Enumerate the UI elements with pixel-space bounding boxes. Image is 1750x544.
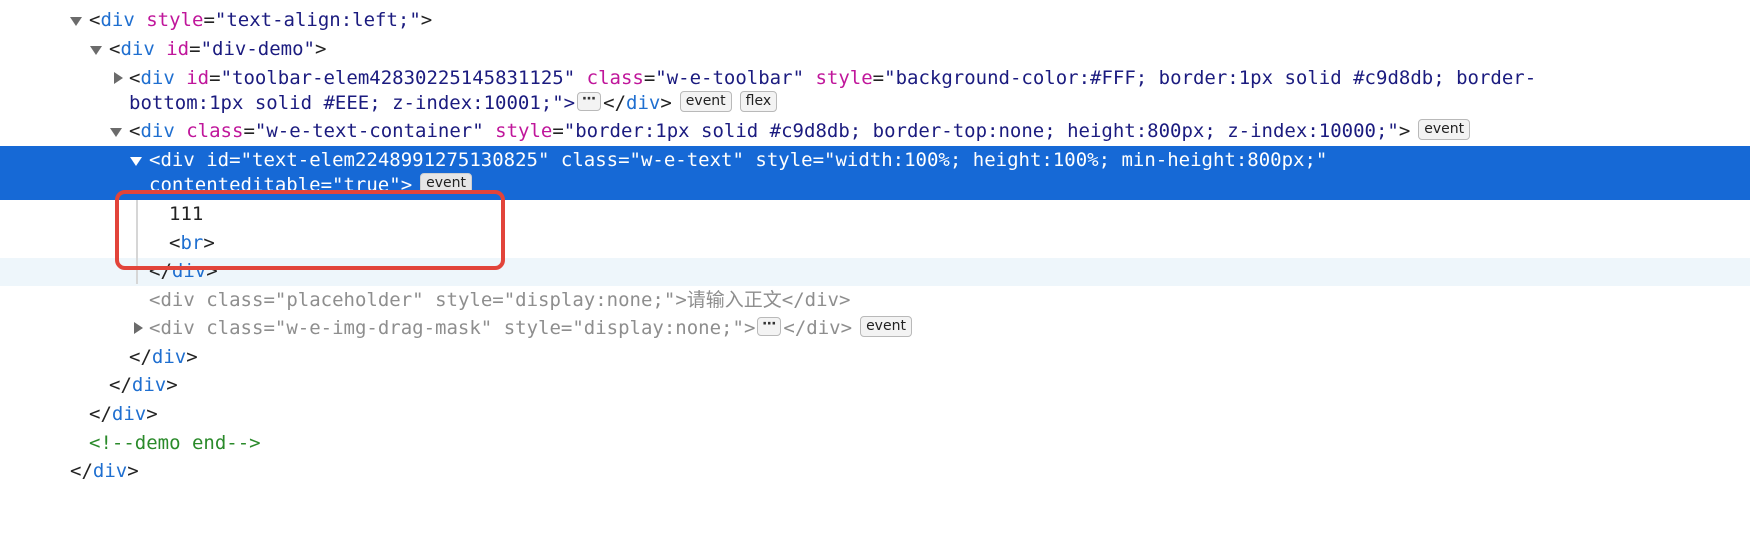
- tag-bracket: <: [149, 317, 161, 339]
- tag-bracket: >: [146, 403, 158, 425]
- tag-name: div: [92, 460, 128, 482]
- dom-node-line[interactable]: <div id="div-demo">: [109, 35, 326, 64]
- attribute-name: style: [495, 120, 553, 142]
- attribute-name: class: [186, 120, 244, 142]
- tag-bracket: <: [149, 149, 161, 171]
- triangle-expanded-icon[interactable]: [130, 157, 142, 166]
- dom-node-line-hidden[interactable]: <div class="placeholder" style="display:…: [149, 286, 850, 315]
- attribute-name: class: [586, 67, 644, 89]
- tag-name: div: [140, 120, 175, 142]
- tag-bracket: >: [186, 346, 198, 368]
- dom-node-line[interactable]: <div class="w-e-text-container" style="b…: [129, 117, 1471, 146]
- tag-name: div: [151, 346, 187, 368]
- tag-name: div: [140, 67, 175, 89]
- attribute-value: "width:100%; height:100%; min-height:800…: [824, 149, 1328, 171]
- triangle-collapsed-icon[interactable]: [114, 72, 123, 84]
- collapsed-content-ellipsis[interactable]: ⋯: [757, 317, 782, 336]
- attribute-name: style: [146, 9, 204, 31]
- tag-bracket: >: [743, 317, 756, 339]
- attribute-name: style: [755, 149, 813, 171]
- attribute-name: style: [435, 289, 493, 311]
- attribute-name: class: [560, 149, 619, 171]
- tag-name: div: [120, 38, 155, 60]
- tag-name: div: [160, 317, 195, 339]
- equals: =: [189, 38, 201, 60]
- tag-name: div: [100, 9, 135, 31]
- attribute-name: style: [503, 317, 561, 339]
- dom-node-line-hidden[interactable]: <div class="w-e-img-drag-mask" style="di…: [149, 314, 912, 343]
- attribute-value: "placeholder": [274, 289, 424, 311]
- closing-tag-line[interactable]: </div>: [70, 457, 139, 486]
- tag-bracket: >: [166, 374, 178, 396]
- closing-tag: </div>: [781, 289, 851, 311]
- tag-bracket: >: [420, 9, 433, 31]
- dom-node-line-continued[interactable]: bottom:1px solid #EEE; z-index:10001;"> ⋯…: [129, 89, 778, 118]
- tag-bracket: </: [603, 92, 627, 114]
- attribute-value: "w-e-toolbar": [655, 67, 805, 89]
- attribute-name: style: [815, 67, 873, 89]
- equals: =: [203, 9, 215, 31]
- tag-bracket: </: [70, 460, 93, 482]
- tag-name: div: [131, 374, 167, 396]
- attribute-name: id: [166, 38, 190, 60]
- triangle-expanded-icon[interactable]: [70, 17, 82, 26]
- highlight-annotation-box: [115, 190, 505, 270]
- tag-bracket: >: [127, 460, 139, 482]
- tag-bracket: <: [89, 9, 101, 31]
- tag-bracket: >: [314, 38, 327, 60]
- event-badge[interactable]: event: [860, 316, 912, 337]
- tag-bracket: </: [89, 403, 112, 425]
- tag-bracket: >: [840, 317, 853, 339]
- attribute-value: bottom:1px solid #EEE; z-index:10001;">: [129, 92, 576, 114]
- comment-node: <!--demo end-->: [89, 432, 261, 454]
- triangle-collapsed-icon[interactable]: [134, 322, 143, 334]
- dom-node-line[interactable]: <div style="text-align:left;">: [89, 6, 432, 35]
- attribute-value: "background-color:#FFF; border:1px solid…: [884, 67, 1537, 89]
- event-badge[interactable]: event: [679, 91, 732, 112]
- tag-name: div: [111, 403, 147, 425]
- triangle-expanded-icon[interactable]: [90, 46, 102, 55]
- attribute-name: class: [206, 289, 264, 311]
- attribute-value: "div-demo": [200, 38, 315, 60]
- attribute-value: "display:none;": [572, 317, 744, 339]
- closing-tag-line[interactable]: </div>: [109, 371, 178, 400]
- tag-bracket: <: [129, 67, 141, 89]
- tag-name: div: [806, 317, 841, 339]
- attribute-value: "w-e-text-container": [254, 120, 484, 142]
- attribute-value: "display:none;": [503, 289, 676, 311]
- attribute-value: "text-align:left;": [214, 9, 421, 31]
- tag-bracket: </: [109, 374, 132, 396]
- collapsed-content-ellipsis[interactable]: ⋯: [577, 92, 602, 111]
- closing-tag-line[interactable]: </div>: [129, 343, 198, 372]
- tag-name: div: [626, 92, 661, 114]
- tag-bracket: <: [109, 38, 121, 60]
- comment-node-line[interactable]: <!--demo end-->: [89, 429, 261, 458]
- closing-tag-line[interactable]: </div>: [89, 400, 158, 429]
- triangle-expanded-icon[interactable]: [110, 128, 122, 137]
- attribute-name: id: [206, 149, 230, 171]
- text-node: >请输入正文: [675, 289, 782, 311]
- attribute-name: class: [206, 317, 264, 339]
- tag-name: div: [160, 289, 195, 311]
- tag-bracket: <: [129, 120, 141, 142]
- attribute-value: "w-e-text": [629, 149, 744, 171]
- tag-bracket: <: [149, 289, 161, 311]
- tag-bracket: >: [660, 92, 672, 114]
- attribute-value: "border:1px solid #c9d8db; border-top:no…: [563, 120, 1399, 142]
- attribute-value: "toolbar-elem42830225145831125": [220, 67, 576, 89]
- tag-bracket: </: [129, 346, 152, 368]
- tag-bracket: >: [1398, 120, 1411, 142]
- attribute-value: "w-e-img-drag-mask": [274, 317, 493, 339]
- event-badge[interactable]: event: [1418, 119, 1471, 140]
- flex-badge[interactable]: flex: [739, 91, 778, 112]
- tag-name: div: [160, 149, 195, 171]
- attribute-name: id: [186, 67, 210, 89]
- attribute-value: "text-elem2248991275130825": [240, 149, 550, 171]
- tag-bracket: </: [783, 317, 807, 339]
